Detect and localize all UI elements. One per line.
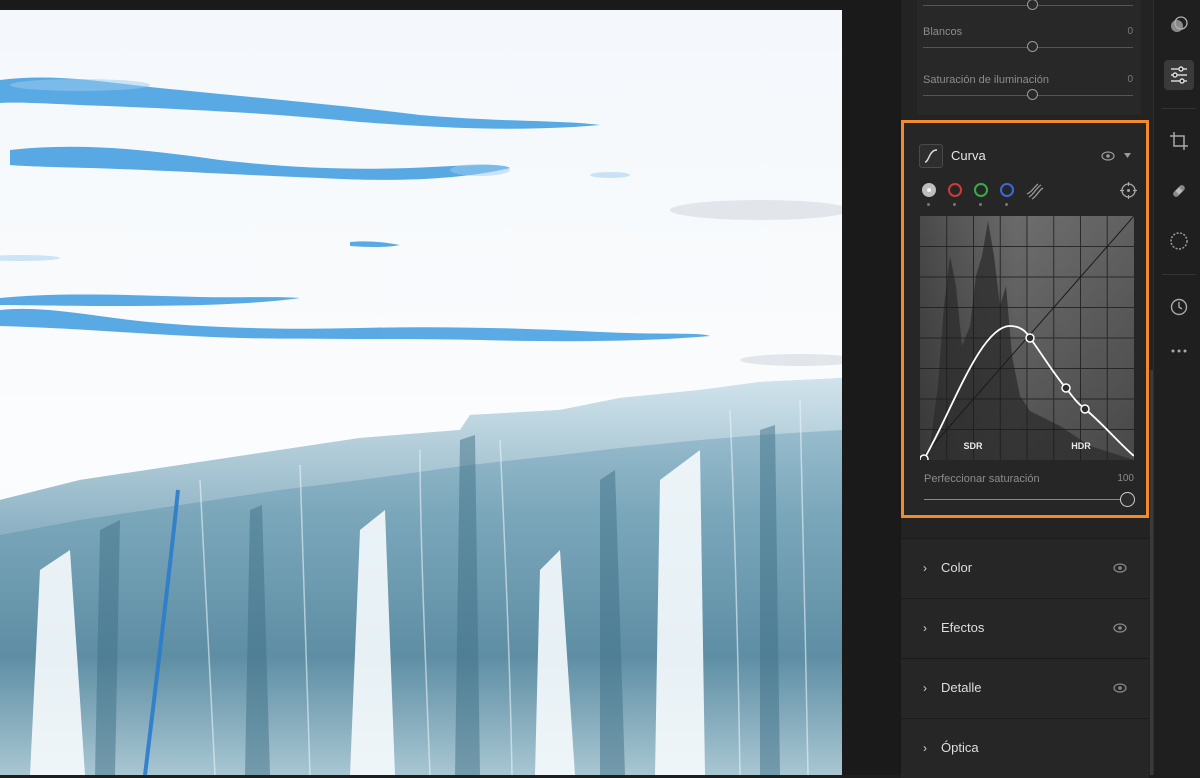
channel-indicator-dot bbox=[953, 203, 956, 206]
slider-knob[interactable] bbox=[1027, 89, 1038, 100]
section-label: Óptica bbox=[941, 740, 979, 755]
channel-indicator-dot bbox=[979, 203, 982, 206]
slider-knob[interactable] bbox=[1027, 41, 1038, 52]
curve-title: Curva bbox=[951, 148, 986, 163]
channel-red-button[interactable] bbox=[948, 183, 962, 197]
slider-knob[interactable] bbox=[1027, 0, 1038, 10]
refine-saturation-slider[interactable]: Perfeccionar saturación 100 bbox=[924, 473, 1135, 513]
crop-tool[interactable] bbox=[1164, 126, 1194, 156]
curve-header[interactable]: Curva bbox=[919, 144, 1139, 168]
chevron-right-icon: › bbox=[923, 561, 927, 575]
curve-icon bbox=[919, 144, 943, 168]
channel-green-button[interactable] bbox=[974, 183, 988, 197]
edit-panel: Blancos 0 Saturación de iluminación 0 Cu… bbox=[900, 0, 1153, 778]
chevron-right-icon: › bbox=[923, 741, 927, 755]
light-section: Blancos 0 Saturación de iluminación 0 bbox=[917, 0, 1141, 115]
toolbar-divider bbox=[1162, 274, 1196, 275]
saturation-value: 100 bbox=[1117, 473, 1134, 484]
presets-icon bbox=[1171, 16, 1188, 32]
chevron-right-icon: › bbox=[923, 621, 927, 635]
sliders-icon bbox=[1171, 66, 1187, 84]
section-label: Efectos bbox=[941, 620, 985, 635]
healing-tool[interactable] bbox=[1164, 176, 1194, 206]
history-tool[interactable] bbox=[1164, 292, 1194, 322]
curve-control-point bbox=[919, 454, 929, 464]
slider-value: 0 bbox=[1127, 74, 1133, 85]
section-optica[interactable]: › Óptica bbox=[901, 718, 1149, 778]
sdr-label: SDR bbox=[963, 441, 983, 451]
slider-label: Saturación de iluminación bbox=[923, 74, 1049, 86]
parametric-curve-icon[interactable] bbox=[1026, 182, 1044, 200]
glacier-photo bbox=[0, 10, 842, 775]
slider-label: Blancos bbox=[923, 26, 963, 38]
section-label: Color bbox=[941, 560, 973, 575]
channel-indicator-dot bbox=[1005, 203, 1008, 206]
section-efectos[interactable]: › Efectos bbox=[901, 598, 1149, 658]
slider-value: 0 bbox=[1127, 26, 1133, 37]
section-label: Detalle bbox=[941, 680, 982, 695]
curve-control-point bbox=[1025, 333, 1035, 343]
history-icon bbox=[1170, 298, 1188, 316]
right-toolbar bbox=[1153, 0, 1200, 775]
saturation-knob[interactable] bbox=[1120, 492, 1135, 507]
saturation-label: Perfeccionar saturación bbox=[924, 473, 1040, 485]
eye-icon[interactable] bbox=[1101, 149, 1115, 163]
masking-tool[interactable] bbox=[1164, 226, 1194, 256]
hdr-label: HDR bbox=[1071, 441, 1091, 451]
eye-icon[interactable] bbox=[1113, 621, 1127, 635]
edit-tool[interactable] bbox=[1164, 60, 1194, 90]
chevron-right-icon: › bbox=[923, 681, 927, 695]
channel-indicator-dot bbox=[927, 203, 930, 206]
channel-blue-button[interactable] bbox=[1000, 183, 1014, 197]
tone-curve-graph[interactable]: SDR HDR bbox=[919, 215, 1135, 464]
curve-channel-selector bbox=[919, 181, 1139, 206]
curve-panel: Curva SDR HDR Perfeccionar saturación 10… bbox=[901, 120, 1149, 518]
masking-icon bbox=[1170, 232, 1188, 250]
toolbar-divider bbox=[1162, 108, 1196, 109]
presets-tool[interactable] bbox=[1164, 10, 1194, 40]
more-dots-icon bbox=[1171, 349, 1187, 353]
chevron-down-icon[interactable] bbox=[1123, 152, 1132, 159]
section-color[interactable]: › Color bbox=[901, 538, 1149, 598]
target-adjust-icon[interactable] bbox=[1120, 182, 1137, 199]
photo-canvas[interactable] bbox=[0, 0, 900, 775]
bandage-icon bbox=[1173, 185, 1185, 197]
curve-control-point bbox=[1061, 383, 1071, 393]
curve-control-point bbox=[1080, 404, 1090, 414]
channel-luminance-button[interactable] bbox=[922, 183, 936, 197]
eye-icon[interactable] bbox=[1113, 561, 1127, 575]
saturation-track[interactable] bbox=[924, 499, 1124, 500]
crop-icon bbox=[1170, 132, 1188, 150]
more-options[interactable] bbox=[1164, 336, 1194, 366]
section-detalle[interactable]: › Detalle bbox=[901, 658, 1149, 718]
eye-icon[interactable] bbox=[1113, 681, 1127, 695]
